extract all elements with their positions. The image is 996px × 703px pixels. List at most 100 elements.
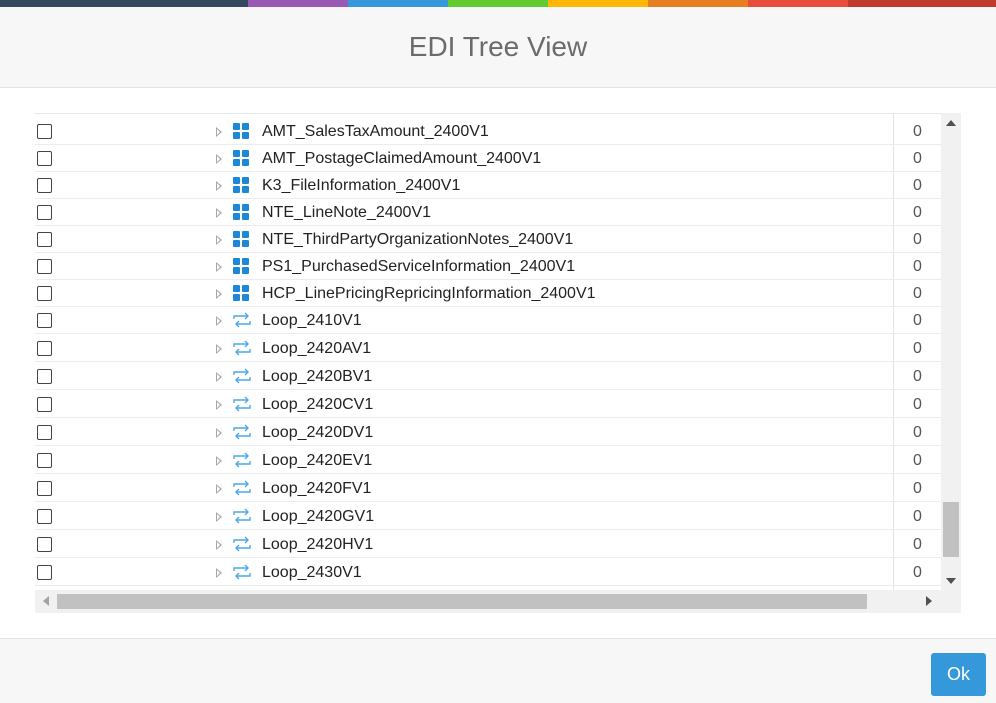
tree-row[interactable]: HCP_LinePricingRepricingInformation_2400… [35,279,941,307]
tree-row[interactable]: Loop_2420DV1 0 [35,418,941,446]
grid-icon [233,231,249,247]
dialog-title: EDI Tree View [408,31,588,62]
tree-row-count: 0 [913,123,922,140]
tree-row[interactable]: PS1_PurchasedServiceInformation_2400V1 0 [35,252,941,280]
tree-row-label: NTE_ThirdPartyOrganizationNotes_2400V1 [262,231,574,248]
horizontal-scroll-thumb[interactable] [57,594,867,609]
color-strip-segment [748,0,848,7]
expand-caret-icon[interactable] [216,154,222,164]
tree-row[interactable]: AMT_SalesTaxAmount_2400V1 0 [35,117,941,145]
tree-row[interactable]: Loop_2420FV1 0 [35,474,941,502]
expand-caret-icon[interactable] [216,512,222,522]
row-checkbox[interactable] [37,205,52,220]
loop-icon [233,508,251,524]
row-checkbox[interactable] [37,369,52,384]
tree-row[interactable]: K3_FileInformation_2400V1 0 [35,171,941,199]
tree-row-count: 0 [913,204,922,221]
row-checkbox[interactable] [37,259,52,274]
row-checkbox[interactable] [37,509,52,524]
tree-row-label: PS1_PurchasedServiceInformation_2400V1 [262,258,576,275]
expand-caret-icon[interactable] [216,344,222,354]
tree-row-count: 0 [913,258,922,275]
loop-icon [233,424,251,440]
tree-row-label: Loop_2410V1 [262,312,362,329]
grid-icon [233,177,249,193]
expand-caret-icon[interactable] [216,372,222,382]
ok-button[interactable]: Ok [931,653,986,696]
tree-row[interactable]: NTE_LineNote_2400V1 0 [35,198,941,226]
row-checkbox[interactable] [37,397,52,412]
loop-icon [233,480,251,496]
tree-row[interactable]: Loop_2420CV1 0 [35,390,941,418]
tree-row-count: 0 [913,312,922,329]
expand-caret-icon[interactable] [216,400,222,410]
row-checkbox[interactable] [37,178,52,193]
expand-caret-icon[interactable] [216,127,222,137]
tree-row-label: Loop_2420GV1 [262,508,375,525]
scroll-left-arrow-icon[interactable] [43,596,49,606]
tree-row-label: K3_FileInformation_2400V1 [262,177,461,194]
row-checkbox[interactable] [37,425,52,440]
row-checkbox[interactable] [37,537,52,552]
tree-row[interactable]: Loop_2410V1 0 [35,306,941,334]
row-checkbox[interactable] [37,565,52,580]
tree-row-count: 0 [913,150,922,167]
loop-icon [233,564,251,580]
color-strip-segment [248,0,348,7]
tree-row-label: Loop_2420DV1 [262,424,374,441]
vertical-scroll-thumb[interactable] [943,502,959,557]
grid-icon [233,285,249,301]
dialog-header: EDI Tree View [0,7,996,88]
expand-caret-icon[interactable] [216,289,222,299]
color-strip-segment [548,0,648,7]
row-checkbox[interactable] [37,286,52,301]
dialog-footer: Ok [0,638,996,703]
expand-caret-icon[interactable] [216,484,222,494]
loop-icon [233,452,251,468]
tree-row-count: 0 [913,452,922,469]
expand-caret-icon[interactable] [216,208,222,218]
tree-row-label: NTE_LineNote_2400V1 [262,204,432,221]
row-checkbox[interactable] [37,453,52,468]
tree-row[interactable]: Loop_2420BV1 0 [35,362,941,390]
tree-row[interactable]: AMT_PostageClaimedAmount_2400V1 0 [35,144,941,172]
tree-row[interactable]: NTE_ThirdPartyOrganizationNotes_2400V1 0 [35,225,941,253]
grid-icon [233,204,249,220]
row-checkbox[interactable] [37,232,52,247]
tree-row-label: Loop_2420AV1 [262,340,372,357]
tree-row-label: HCP_LinePricingRepricingInformation_2400… [262,285,596,302]
expand-caret-icon[interactable] [216,262,222,272]
tree-row-count: 0 [913,396,922,413]
tree-row[interactable]: Loop_2430V1 0 [35,558,941,586]
row-checkbox[interactable] [37,124,52,139]
row-checkbox[interactable] [37,481,52,496]
scroll-down-arrow-icon[interactable] [946,578,956,584]
tree-row[interactable]: Loop_2420GV1 0 [35,502,941,530]
expand-caret-icon[interactable] [216,235,222,245]
vertical-scrollbar[interactable] [941,113,961,590]
row-checkbox[interactable] [37,151,52,166]
color-strip-segment [848,0,996,7]
tree-row[interactable]: Loop_2420HV1 0 [35,530,941,558]
tree-row-label: Loop_2420BV1 [262,368,373,385]
expand-caret-icon[interactable] [216,316,222,326]
tree-list: AMT_SalesTaxAmount_2400V1 0 AMT_PostageCla… [35,113,941,590]
scroll-right-arrow-icon[interactable] [926,596,932,606]
expand-caret-icon[interactable] [216,568,222,578]
row-checkbox[interactable] [37,341,52,356]
color-strip-segment [0,0,248,7]
horizontal-scrollbar[interactable] [35,590,961,613]
tree-row-label: AMT_PostageClaimedAmount_2400V1 [262,150,542,167]
tree-row[interactable]: Loop_2420EV1 0 [35,446,941,474]
color-strip-segment [648,0,748,7]
expand-caret-icon[interactable] [216,181,222,191]
tree-row[interactable]: Loop_2420AV1 0 [35,334,941,362]
expand-caret-icon[interactable] [216,428,222,438]
expand-caret-icon[interactable] [216,540,222,550]
tree-row-count: 0 [913,536,922,553]
color-strip-segment [348,0,448,7]
row-checkbox[interactable] [37,313,52,328]
expand-caret-icon[interactable] [216,456,222,466]
scroll-up-arrow-icon[interactable] [946,120,956,126]
loop-icon [233,536,251,552]
